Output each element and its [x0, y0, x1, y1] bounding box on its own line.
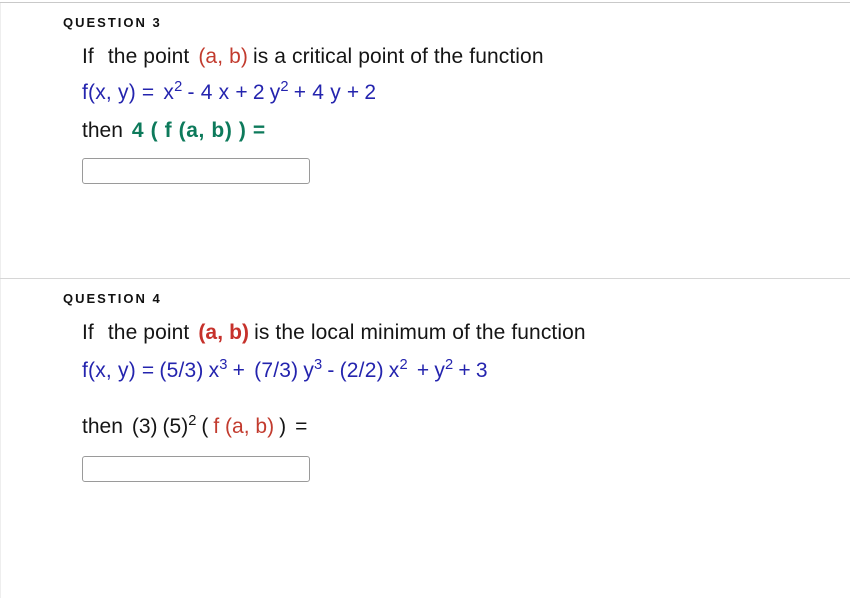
prompt-lead: If: [82, 45, 94, 68]
question-3-prompt: If the point (a, b) is a critical point of …: [82, 42, 850, 72]
formula-term-2: - 4 x +: [187, 81, 248, 104]
then-label: then: [82, 415, 123, 438]
formula-term-1-base: x: [163, 81, 175, 104]
formula-term-4-exponent: 2: [445, 357, 454, 374]
question-4-answer-input[interactable]: [82, 456, 310, 482]
question-3-formula: f(x, y) = x2- 4 x +2 y2 + 4 y +2: [82, 78, 850, 108]
prompt-phrase-after: is a critical point of the function: [252, 45, 544, 68]
then-close-paren: ): [279, 415, 287, 438]
formula-term-3-base: y: [269, 81, 281, 104]
formula-term-3-coefficient: (2/2): [339, 359, 384, 382]
then-coefficient-1: (3): [131, 415, 158, 438]
formula-term-3-exponent: 2: [399, 357, 408, 374]
question-4-formula: f(x, y) = (5/3) x3 + (7/3) y3- (2/2) x2 + y2 +3: [82, 356, 850, 386]
prompt-lead: If: [82, 321, 94, 344]
formula-term-4: + 4 y +: [293, 81, 360, 104]
formula-term-3-exponent: 2: [280, 79, 289, 96]
question-3-header: QUESTION 3: [63, 15, 162, 30]
then-label: then: [82, 119, 123, 142]
local-minimum-point-label: (a, b): [198, 321, 250, 344]
then-open-paren: (: [201, 415, 209, 438]
question-3-answer-input[interactable]: [82, 158, 310, 184]
then-coefficient-2-exponent: 2: [188, 413, 197, 430]
formula-term-3-coefficient: 2: [252, 81, 265, 104]
formula-term-4-base: y: [434, 359, 446, 382]
formula-lhs: f(x, y) =: [82, 81, 155, 104]
formula-term-1-exponent: 3: [219, 357, 228, 374]
formula-term-1-coefficient: (5/3): [159, 359, 204, 382]
formula-lhs: f(x, y) =: [82, 359, 155, 382]
question-4-body: If the point (a, b) is the local minimum of…: [0, 306, 850, 482]
formula-term-1-base: x: [208, 359, 220, 382]
question-3-then-line: then 4 ( f (a, b) ) =: [82, 116, 850, 146]
formula-term-2-exponent: 3: [314, 357, 323, 374]
question-3-body: If the point (a, b) is a critical point of …: [0, 30, 850, 184]
then-equals-sign: =: [295, 415, 308, 438]
prompt-phrase-after: is the local minimum of the function: [254, 321, 586, 344]
then-coefficient-2-base: (5): [162, 415, 189, 438]
formula-term-2-base: y: [303, 359, 315, 382]
formula-operator-2: -: [327, 359, 335, 382]
target-expression: f (a, b): [213, 415, 275, 438]
formula-term-2-coefficient: (7/3): [254, 359, 299, 382]
question-4-then-line: then (3) (5)2(f (a, b)) =: [82, 412, 850, 442]
question-4-prompt: If the point (a, b) is the local minimum of…: [82, 318, 850, 348]
formula-operator-3: +: [416, 359, 430, 382]
quiz-page: QUESTION 3 If the point (a, b) is a critica…: [0, 0, 850, 598]
critical-point-label: (a, b): [198, 45, 248, 68]
formula-term-3-base: x: [388, 359, 400, 382]
formula-term-5: 2: [364, 81, 377, 104]
formula-term-1-exponent: 2: [174, 79, 183, 96]
target-expression: 4 ( f (a, b) ) =: [131, 119, 266, 142]
question-block-4: QUESTION 4 If the point (a, b) is the local…: [0, 279, 850, 482]
formula-term-5: 3: [475, 359, 488, 382]
formula-operator-4: +: [458, 359, 471, 382]
question-4-header: QUESTION 4: [63, 291, 162, 306]
question-block-3: QUESTION 3 If the point (a, b) is a critica…: [0, 3, 850, 184]
formula-operator-1: +: [232, 359, 246, 382]
prompt-phrase-before: the point: [107, 45, 190, 68]
prompt-phrase-before: the point: [107, 321, 190, 344]
